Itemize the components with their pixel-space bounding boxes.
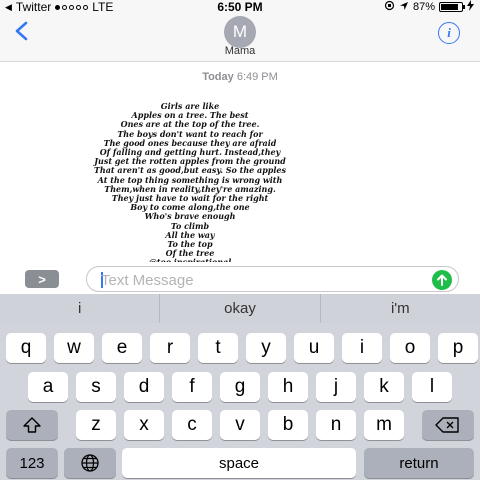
key-l[interactable]: l [412, 372, 452, 402]
globe-icon [81, 454, 99, 472]
key-r[interactable]: r [150, 333, 190, 363]
status-bar: ◀ Twitter LTE 6:50 PM 87% [0, 0, 480, 14]
avatar-initial: M [224, 16, 256, 48]
key-v[interactable]: v [220, 410, 260, 440]
back-chevron-icon[interactable] [12, 20, 34, 42]
composer-row: > [0, 262, 480, 294]
key-p[interactable]: p [438, 333, 478, 363]
key-e[interactable]: e [102, 333, 142, 363]
battery-icon [439, 2, 465, 12]
message-timestamp: Today 6:49 PM [0, 71, 480, 83]
message-input[interactable] [101, 271, 401, 289]
battery-percent: 87% [412, 1, 435, 13]
contact-name[interactable]: Mama [0, 45, 480, 57]
info-icon: i [447, 25, 451, 40]
info-button[interactable]: i [438, 22, 460, 44]
key-f[interactable]: f [172, 372, 212, 402]
apps-expand-button[interactable]: > [25, 270, 59, 288]
key-i[interactable]: i [342, 333, 382, 363]
send-arrow-icon [437, 274, 447, 286]
key-u[interactable]: u [294, 333, 334, 363]
key-n[interactable]: n [316, 410, 356, 440]
image-message-poem[interactable]: Girls are like Apples on a tree. The best… [40, 101, 340, 268]
space-key[interactable]: space [122, 448, 356, 478]
return-key[interactable]: return [364, 448, 474, 478]
charging-bolt-icon [467, 0, 474, 14]
prediction-item[interactable]: okay [160, 294, 321, 323]
key-h[interactable]: h [268, 372, 308, 402]
timestamp-day: Today [202, 71, 234, 83]
shift-key[interactable] [6, 410, 58, 440]
key-g[interactable]: g [220, 372, 260, 402]
key-d[interactable]: d [124, 372, 164, 402]
backspace-icon [435, 417, 459, 433]
keyboard: i okay i'm q w e r t y u i o p a s d f g h j k l z x c v b n m 123… [0, 294, 480, 480]
backspace-key[interactable] [422, 410, 474, 440]
shift-icon [23, 417, 41, 433]
key-y[interactable]: y [246, 333, 286, 363]
key-t[interactable]: t [198, 333, 238, 363]
contact-avatar[interactable]: M [216, 16, 264, 48]
globe-key[interactable] [64, 448, 116, 478]
status-right: 87% [384, 0, 474, 14]
key-j[interactable]: j [316, 372, 356, 402]
key-a[interactable]: a [28, 372, 68, 402]
key-b[interactable]: b [268, 410, 308, 440]
key-w[interactable]: w [54, 333, 94, 363]
prediction-item[interactable]: i [0, 294, 161, 323]
key-q[interactable]: q [6, 333, 46, 363]
conversation-header: M Mama i [0, 14, 480, 62]
numbers-key[interactable]: 123 [6, 448, 58, 478]
location-icon [399, 1, 409, 14]
orientation-lock-icon [384, 0, 395, 14]
key-c[interactable]: c [172, 410, 212, 440]
message-field[interactable] [86, 266, 459, 292]
prediction-item[interactable]: i'm [321, 294, 480, 323]
key-s[interactable]: s [76, 372, 116, 402]
key-m[interactable]: m [364, 410, 404, 440]
key-k[interactable]: k [364, 372, 404, 402]
key-z[interactable]: z [76, 410, 116, 440]
key-x[interactable]: x [124, 410, 164, 440]
predictive-bar: i okay i'm [0, 294, 480, 323]
send-button[interactable] [432, 270, 452, 290]
key-o[interactable]: o [390, 333, 430, 363]
timestamp-time: 6:49 PM [236, 71, 278, 83]
